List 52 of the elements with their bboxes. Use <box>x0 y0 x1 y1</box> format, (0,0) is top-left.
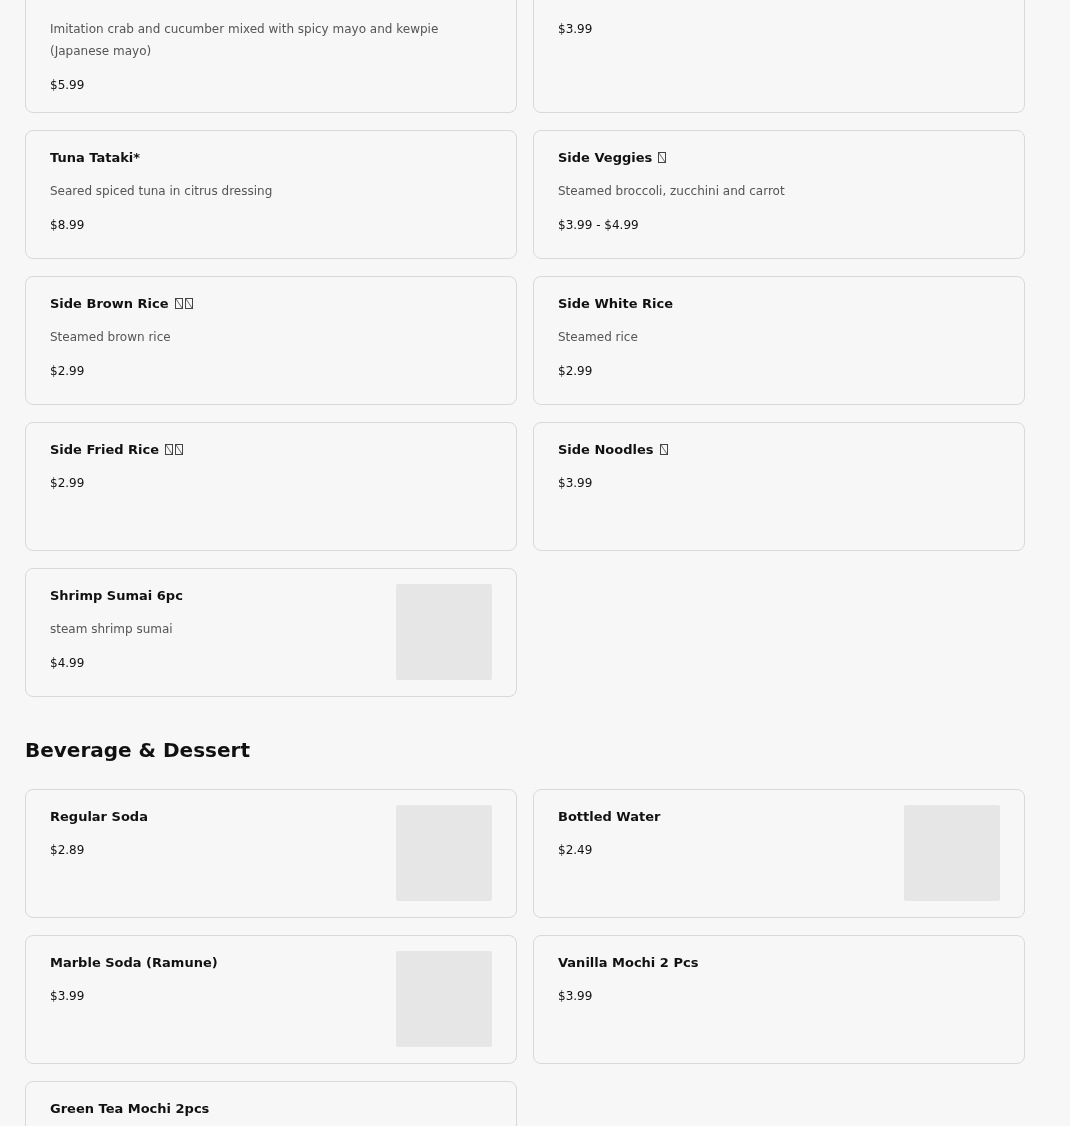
item-name: Side Veggies <box>558 149 653 165</box>
item-price: $3.99 <box>558 988 594 1005</box>
menu-item-card[interactable]: Green Tea Mochi 2pcs <box>25 1081 517 1126</box>
item-name: Side Noodles <box>558 441 654 457</box>
missing-glyph-icon <box>184 297 193 309</box>
menu-item-card[interactable]: Marble Soda (Ramune) $3.99 <box>25 935 517 1064</box>
menu-item-card[interactable]: Bottled Water $2.49 <box>533 789 1025 918</box>
item-name: Shrimp Sumai 6pc <box>50 587 183 603</box>
menu-item-card[interactable]: Imitation crab and cucumber mixed with spicy mayo and kewpie (Japanese mayo) $5.99 <box>25 0 517 113</box>
item-name: Marble Soda (Ramune) <box>50 954 218 970</box>
menu-item-card[interactable]: Tuna Tataki* Seared spiced tuna in citrus dressing $8.99 <box>25 130 517 259</box>
section-heading: Beverage & Dessert <box>25 737 251 764</box>
menu-item-card[interactable]: Side Noodles $3.99 <box>533 422 1025 551</box>
missing-glyph-icon <box>175 443 184 455</box>
item-description: Seared spiced tuna in citrus dressing <box>50 183 274 200</box>
item-name: Regular Soda <box>50 808 148 824</box>
item-price: $4.99 <box>50 655 86 672</box>
item-price: $2.49 <box>558 842 594 859</box>
item-name: Side Brown Rice <box>50 295 169 311</box>
item-price: $3.99 <box>558 475 594 492</box>
item-price: $2.99 <box>558 363 594 380</box>
missing-glyph-icon <box>659 443 668 455</box>
menu-item-card[interactable]: Shrimp Sumai 6pc steam shrimp sumai $4.99 <box>25 568 517 697</box>
item-description: steam shrimp sumai <box>50 621 174 638</box>
menu-item-card[interactable]: Side Fried Rice $2.99 <box>25 422 517 551</box>
menu-item-card[interactable]: Side White Rice Steamed rice $2.99 <box>533 276 1025 405</box>
missing-glyph-icon <box>658 151 667 163</box>
item-description: Steamed broccoli, zucchini and carrot <box>558 183 786 200</box>
item-name: Side White Rice <box>558 295 674 311</box>
item-price: $3.99 <box>558 21 594 38</box>
menu-item-card[interactable]: Side Brown Rice Steamed brown rice $2.99 <box>25 276 517 405</box>
item-name: Tuna Tataki* <box>50 149 141 165</box>
missing-glyph-icon <box>174 297 183 309</box>
item-price: $2.99 <box>50 363 86 380</box>
item-name: Vanilla Mochi 2 Pcs <box>558 954 699 970</box>
item-price: $3.99 <box>50 988 86 1005</box>
item-description: Imitation crab and cucumber mixed with spicy mayo and kewpie (Japanese mayo) <box>50 21 440 60</box>
item-price: $8.99 <box>50 217 86 234</box>
item-price: $2.89 <box>50 842 86 859</box>
missing-glyph-icon <box>165 443 174 455</box>
menu-item-card[interactable]: Vanilla Mochi 2 Pcs $3.99 <box>533 935 1025 1064</box>
item-name: Side Fried Rice <box>50 441 160 457</box>
item-name: Bottled Water <box>558 808 661 824</box>
menu-item-card[interactable]: Regular Soda $2.89 <box>25 789 517 918</box>
menu-item-card[interactable]: $3.99 <box>533 0 1025 113</box>
item-price: $3.99 - $4.99 <box>558 217 640 234</box>
item-price: $2.99 <box>50 475 86 492</box>
menu-item-card[interactable]: Side Veggies Steamed broccoli, zucchini and carrot $3.99 - $4.99 <box>533 130 1025 259</box>
item-description: Steamed rice <box>558 329 639 346</box>
item-description: Steamed brown rice <box>50 329 172 346</box>
item-price: $5.99 <box>50 77 86 94</box>
item-name: Green Tea Mochi 2pcs <box>50 1100 210 1116</box>
